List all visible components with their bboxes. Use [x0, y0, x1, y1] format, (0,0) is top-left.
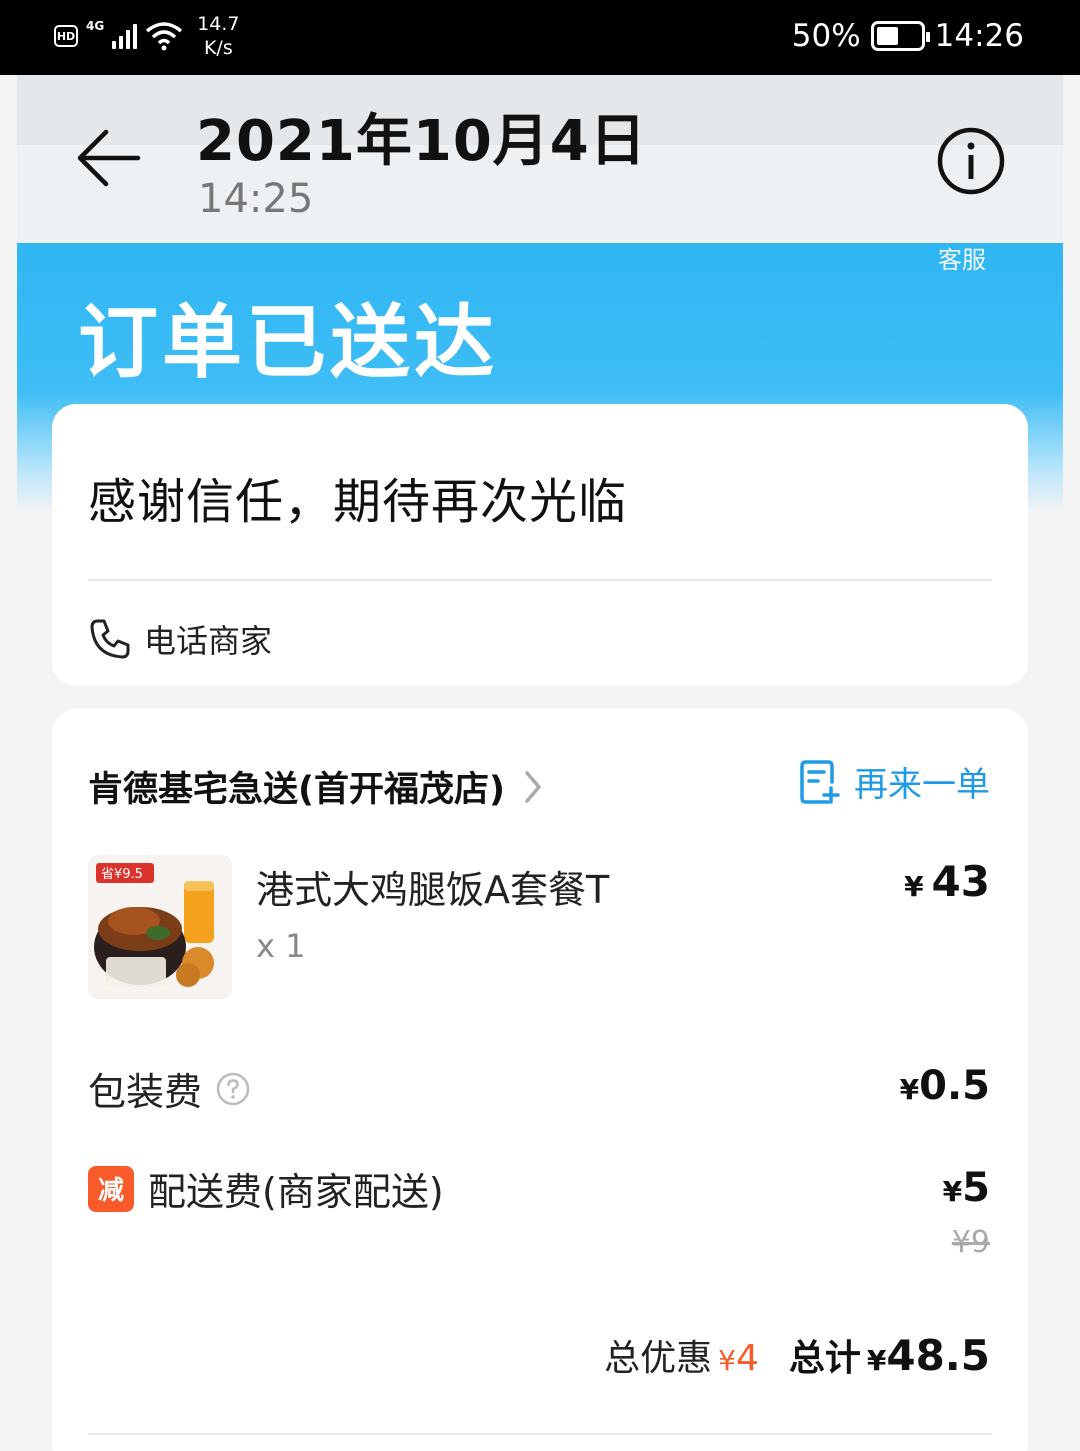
- item-price: ¥43: [904, 857, 990, 906]
- page-title: 2021年10月4日: [196, 109, 647, 174]
- packaging-price-value: 0.5: [919, 1063, 990, 1109]
- total-discount-label: 总优惠: [604, 1338, 713, 1379]
- hd-badge: HD: [54, 25, 78, 47]
- status-bar-left: HD 4G 14.7 K/s: [54, 12, 240, 60]
- delivery-fee-price: ¥5: [943, 1165, 990, 1211]
- order-detail-card: 肯德基宅急送(首开福茂店) 再来一单 省¥9.5 港式大鸡腿饭A套餐T x 1: [52, 709, 1028, 1451]
- divider: [88, 1433, 992, 1435]
- network-speed: 14.7 K/s: [197, 12, 239, 60]
- call-merchant-label: 电话商家: [144, 622, 273, 660]
- reorder-label: 再来一单: [854, 765, 990, 805]
- packaging-fee-row: 包装费: [88, 1061, 250, 1116]
- packaging-fee-label: 包装费: [88, 1070, 203, 1114]
- thanks-message: 感谢信任，期待再次光临: [88, 474, 628, 530]
- discount-currency: ¥: [718, 1344, 736, 1377]
- total-value: ¥48.5: [867, 1331, 990, 1380]
- store-name: 肯德基宅急送(首开福茂店): [88, 770, 505, 810]
- total-label: 总计: [788, 1338, 861, 1379]
- call-merchant-button[interactable]: 电话商家: [88, 616, 272, 662]
- customer-service-label[interactable]: 客服: [938, 240, 986, 275]
- phone-icon: [90, 619, 130, 659]
- order-status-title: 订单已送达: [78, 296, 498, 389]
- chevron-right-icon: [525, 770, 541, 803]
- order-status-card: 感谢信任，期待再次光临 电话商家: [52, 404, 1028, 686]
- info-button[interactable]: [936, 126, 1006, 196]
- page-subtitle-time: 14:25: [198, 176, 314, 222]
- item-currency: ¥: [904, 870, 924, 903]
- status-time: 14:26: [934, 18, 1024, 54]
- delivery-fee-row: 减 配送费(商家配送): [88, 1161, 444, 1216]
- discount-badge: 减: [88, 1165, 134, 1212]
- speed-value: 14.7: [197, 13, 240, 35]
- battery-fill: [876, 27, 898, 45]
- food-thumbnail: 省¥9.5: [94, 863, 214, 987]
- delivery-currency: ¥: [942, 1175, 963, 1208]
- delivery-fee-original: ¥9: [951, 1225, 990, 1260]
- item-name: 港式大鸡腿饭A套餐T: [256, 868, 610, 912]
- battery-percent: 50%: [791, 18, 861, 54]
- status-bar-right: 50% 14:26: [792, 18, 1024, 54]
- speed-unit: K/s: [203, 37, 233, 59]
- network-type: 4G: [86, 19, 105, 33]
- info-icon: [937, 127, 1005, 195]
- status-bar: HD 4G 14.7 K/s 50% 14:26: [0, 0, 1080, 75]
- divider: [88, 579, 992, 581]
- delivery-fee-label: 配送费(商家配送): [148, 1170, 444, 1214]
- order-summary: 总优惠 ¥4 总计 ¥48.5: [604, 1329, 990, 1381]
- item-price-value: 43: [931, 857, 990, 906]
- discount-amount: 4: [735, 1338, 759, 1379]
- item-image-tag: 省¥9.5: [101, 867, 143, 882]
- total-discount-value: ¥4: [718, 1338, 759, 1379]
- total-amount: 48.5: [886, 1331, 990, 1380]
- back-arrow-icon: [77, 129, 141, 187]
- total-currency: ¥: [866, 1344, 887, 1377]
- reorder-icon: [800, 759, 840, 804]
- reorder-button[interactable]: 再来一单: [798, 757, 990, 806]
- item-image[interactable]: 省¥9.5: [88, 855, 232, 999]
- store-link[interactable]: 肯德基宅急送(首开福茂店): [88, 761, 547, 812]
- battery-icon: [870, 21, 930, 51]
- packaging-fee-price: ¥0.5: [900, 1063, 990, 1109]
- packaging-currency: ¥: [899, 1073, 920, 1106]
- help-icon[interactable]: [216, 1072, 250, 1106]
- back-button[interactable]: [72, 122, 144, 194]
- delivery-price-value: 5: [962, 1165, 990, 1211]
- item-quantity: x 1: [256, 927, 306, 965]
- wifi-icon: [146, 22, 183, 51]
- signal-icon: [112, 23, 138, 49]
